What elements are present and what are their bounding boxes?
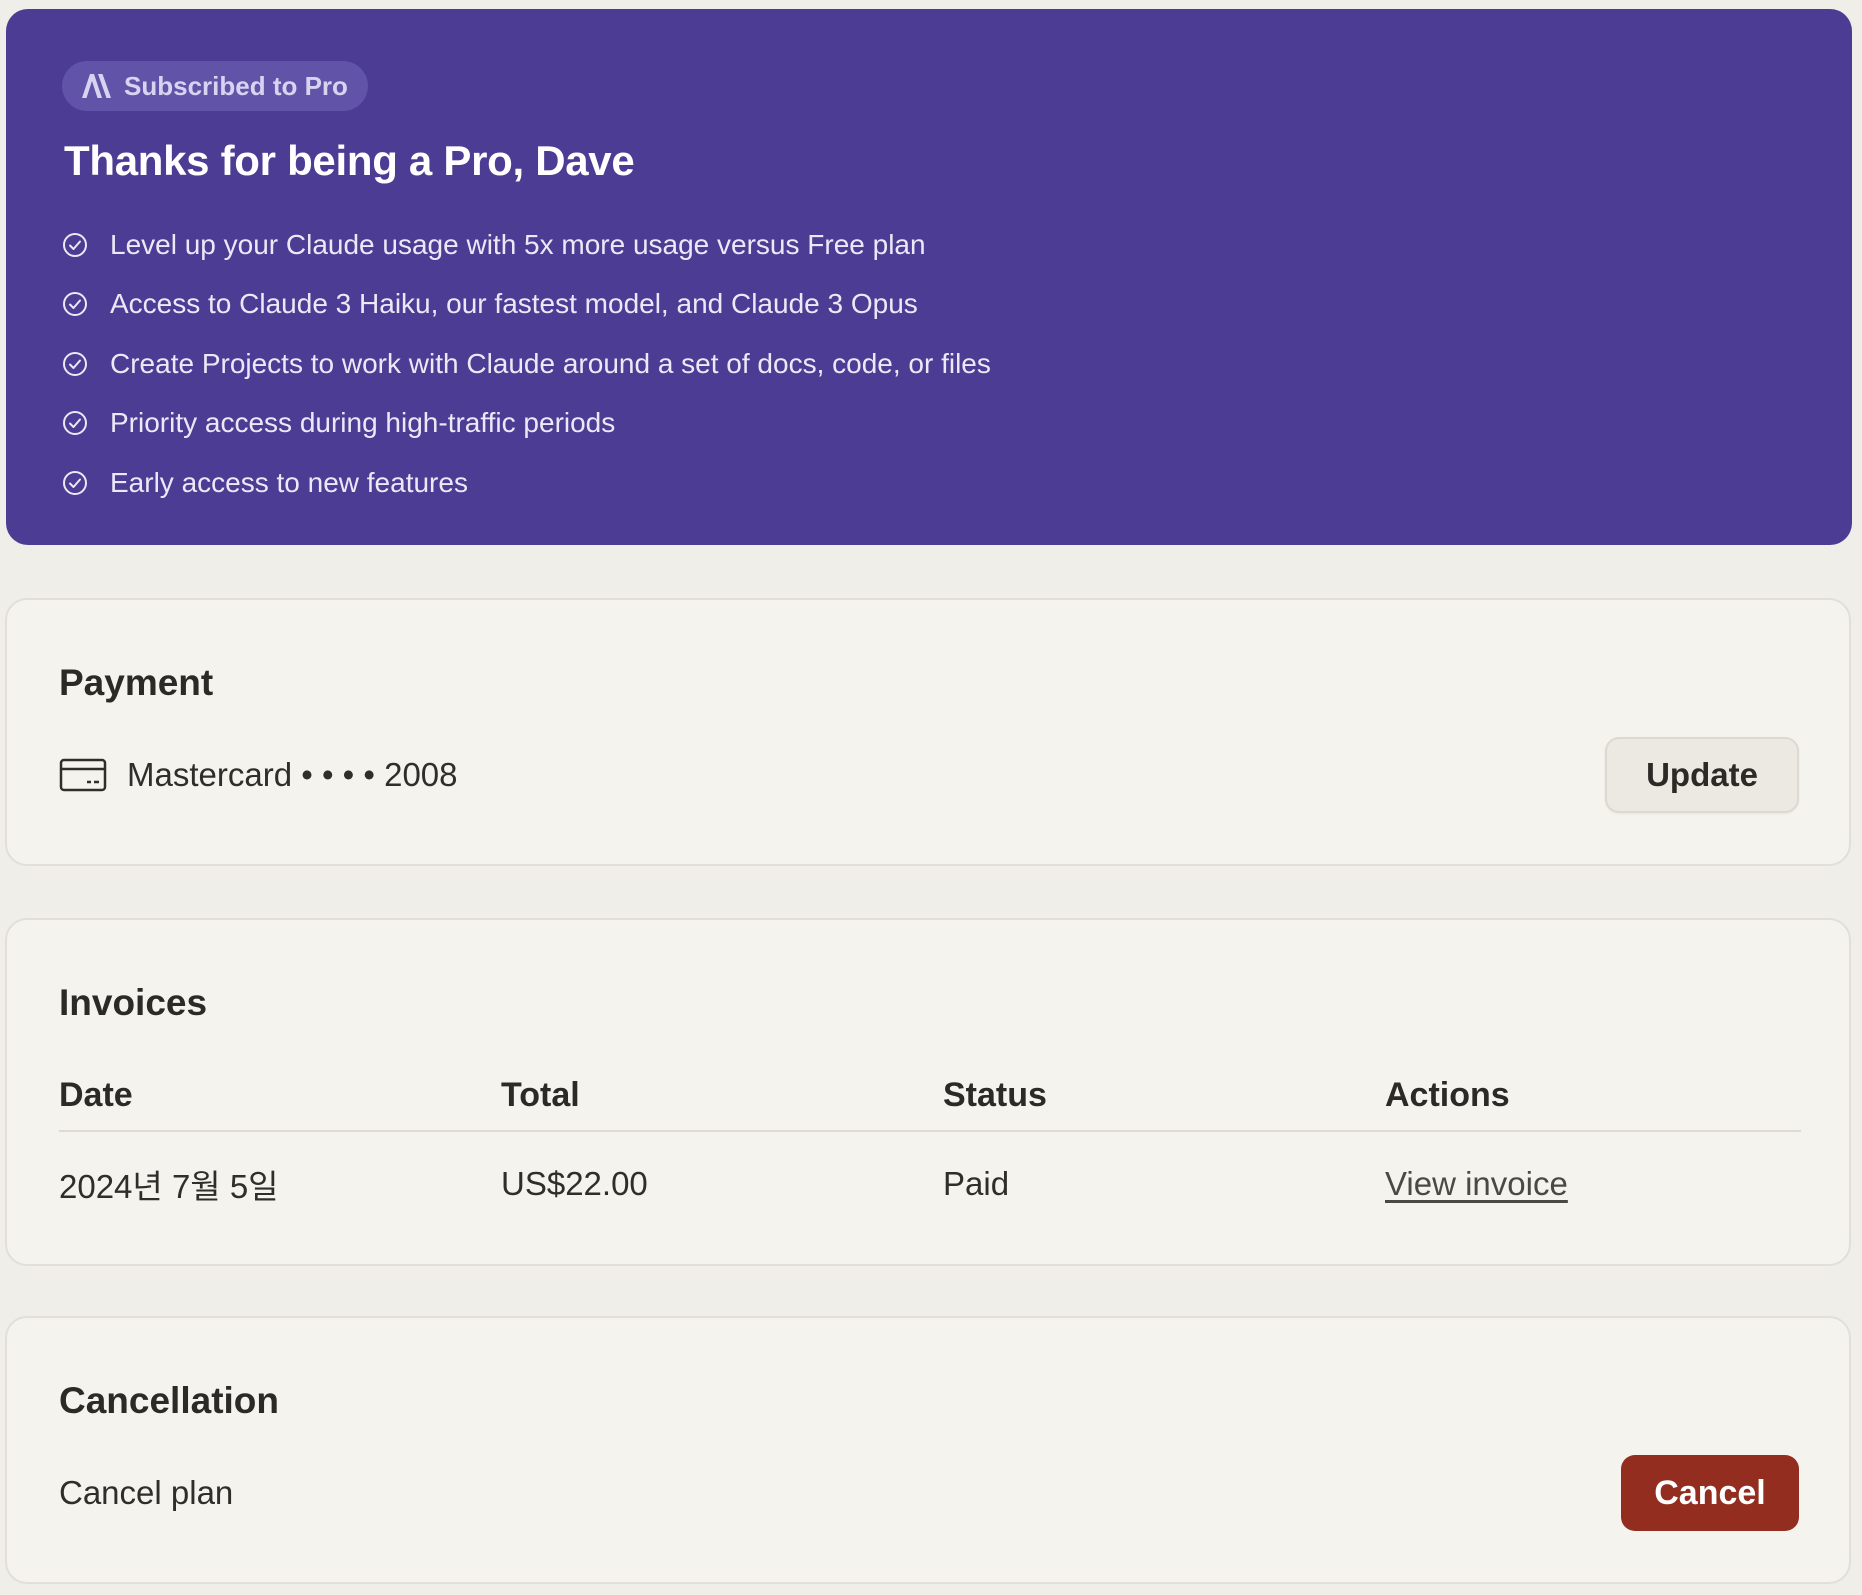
feature-label: Create Projects to work with Claude arou… xyxy=(110,347,991,379)
table-row: 2024년 7월 5일 US$22.00 Paid View invoice xyxy=(59,1132,1801,1236)
invoices-title: Invoices xyxy=(59,982,208,1023)
card-label: Mastercard • • • • 2008 xyxy=(127,756,458,793)
feature-label: Access to Claude 3 Haiku, our fastest mo… xyxy=(110,288,918,320)
anthropic-logo-icon xyxy=(82,74,111,98)
cancellation-section: Cancellation Cancel plan Cancel xyxy=(5,1316,1851,1584)
cancellation-title: Cancellation xyxy=(59,1380,279,1421)
feature-item: Create Projects to work with Claude arou… xyxy=(62,334,1796,394)
feature-label: Early access to new features xyxy=(110,466,468,498)
check-circle-icon xyxy=(63,232,87,257)
feature-item: Level up your Claude usage with 5x more … xyxy=(62,215,1796,275)
check-circle-icon xyxy=(63,470,87,495)
check-circle-icon xyxy=(63,351,87,376)
subscription-banner: Subscribed to Pro Thanks for being a Pro… xyxy=(6,9,1852,545)
payment-title: Payment xyxy=(59,662,214,703)
table-header: Date Total Status Actions xyxy=(59,1060,1801,1132)
check-circle-icon xyxy=(63,411,87,436)
invoice-total: US$22.00 xyxy=(501,1165,648,1202)
feature-item: Priority access during high-traffic peri… xyxy=(62,394,1796,454)
column-header-date: Date xyxy=(59,1075,133,1114)
feature-label: Priority access during high-traffic peri… xyxy=(110,407,616,439)
invoices-section: Invoices Date Total Status Actions 2024년… xyxy=(5,918,1851,1266)
invoice-date: 2024년 7월 5일 xyxy=(59,1168,279,1205)
cancel-plan-label: Cancel plan xyxy=(59,1474,234,1511)
invoice-status: Paid xyxy=(943,1165,1010,1202)
credit-card-icon xyxy=(59,758,107,792)
update-payment-button[interactable]: Update xyxy=(1605,737,1799,813)
feature-item: Early access to new features xyxy=(62,453,1796,513)
badge-label: Subscribed to Pro xyxy=(124,70,348,101)
subscribed-badge: Subscribed to Pro xyxy=(62,61,368,111)
feature-item: Access to Claude 3 Haiku, our fastest mo… xyxy=(62,275,1796,335)
page-title: Thanks for being a Pro, Dave xyxy=(64,137,635,184)
invoices-table: Date Total Status Actions 2024년 7월 5일 US… xyxy=(59,1060,1801,1236)
column-header-actions: Actions xyxy=(1385,1075,1510,1114)
view-invoice-link[interactable]: View invoice xyxy=(1385,1165,1568,1202)
check-circle-icon xyxy=(63,292,87,317)
cancel-button[interactable]: Cancel xyxy=(1621,1455,1799,1531)
payment-section: Payment Mastercard • • • • 2008 Update xyxy=(5,598,1851,866)
feature-label: Level up your Claude usage with 5x more … xyxy=(110,228,926,260)
column-header-status: Status xyxy=(943,1075,1047,1114)
column-header-total: Total xyxy=(501,1075,580,1114)
payment-method: Mastercard • • • • 2008 xyxy=(59,756,458,794)
